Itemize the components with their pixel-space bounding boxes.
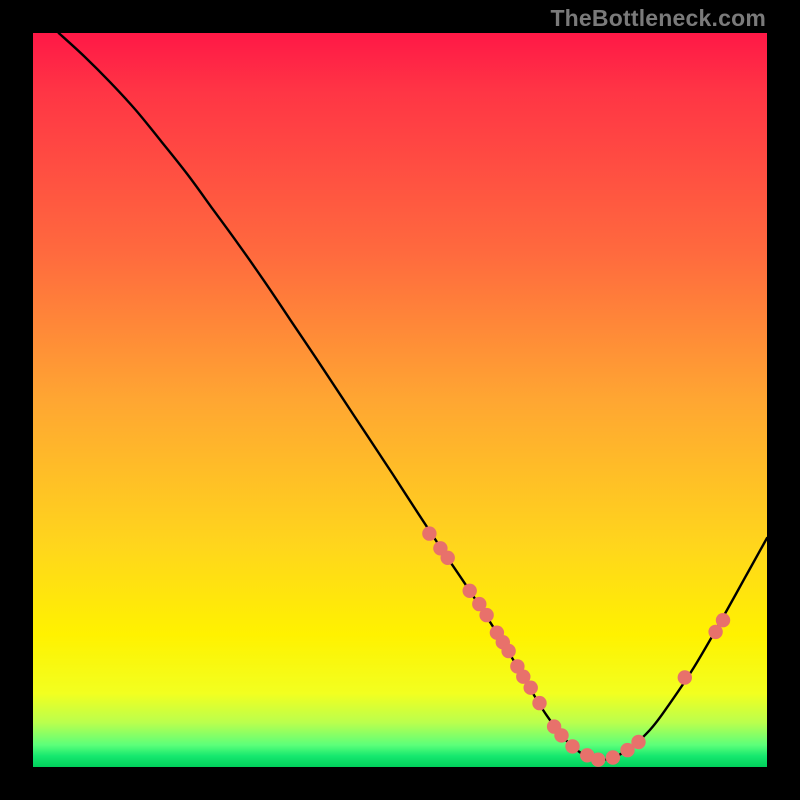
bottleneck-curve-line [59,33,767,760]
sample-point [524,681,538,695]
sample-point [716,613,730,627]
sample-point [554,728,568,742]
sample-point [532,696,546,710]
sample-point [565,739,579,753]
sample-point [591,753,605,767]
plot-svg [33,33,767,767]
sample-points-group [422,526,730,767]
sample-point [606,750,620,764]
sample-point [463,584,477,598]
watermark-text: TheBottleneck.com [550,5,766,32]
sample-point [631,735,645,749]
sample-point [678,670,692,684]
sample-point [422,526,436,540]
sample-point [501,644,515,658]
sample-point [441,551,455,565]
plot-frame [33,33,767,767]
sample-point [479,608,493,622]
